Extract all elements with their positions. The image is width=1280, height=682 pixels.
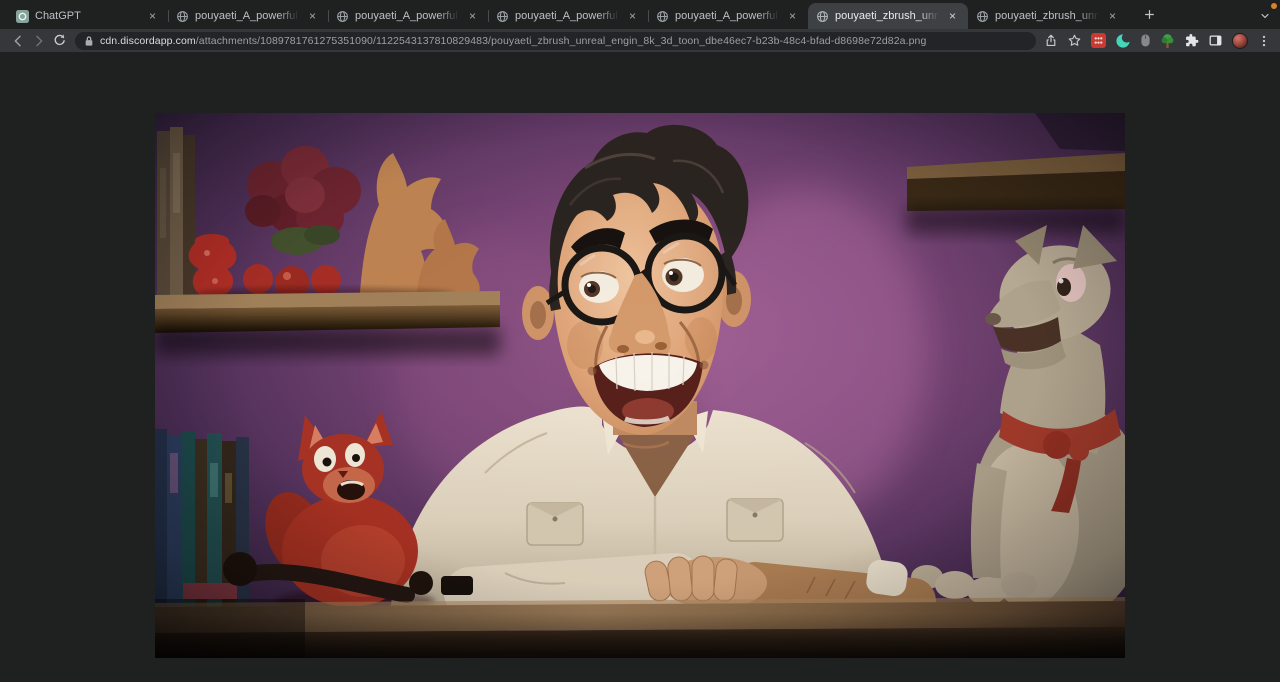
address-bar[interactable]: cdn.discordapp.com/attachments/108978176… bbox=[75, 32, 1036, 50]
tab-close-icon[interactable]: × bbox=[145, 9, 160, 24]
tab-title: pouyaeti_A_powerful_modern bbox=[675, 10, 779, 22]
reload-icon[interactable] bbox=[49, 30, 70, 51]
tab-powerful-modern-2[interactable]: pouyaeti_A_powerful_modern × bbox=[328, 3, 488, 29]
update-notification-dot bbox=[1271, 3, 1277, 9]
tab-strip: ChatGPT × pouyaeti_A_powerful_modern × p… bbox=[0, 0, 1280, 29]
tree-extension-icon[interactable] bbox=[1160, 33, 1175, 49]
globe-icon bbox=[816, 10, 829, 23]
url-path: /attachments/1089781761275351090/1122543… bbox=[196, 35, 927, 47]
tab-zbrush-unreal-active[interactable]: pouyaeti_zbrush_unreal_engin × bbox=[808, 3, 968, 29]
new-tab-button[interactable] bbox=[1136, 2, 1162, 28]
artwork-scene bbox=[155, 113, 1125, 658]
url-text: cdn.discordapp.com/attachments/108978176… bbox=[100, 35, 926, 47]
mouse-extension-icon[interactable] bbox=[1140, 33, 1151, 48]
forward-icon[interactable] bbox=[28, 30, 49, 51]
tab-close-icon[interactable]: × bbox=[465, 9, 480, 24]
tab-title: ChatGPT bbox=[35, 10, 139, 22]
browser-window: ChatGPT × pouyaeti_A_powerful_modern × p… bbox=[0, 0, 1280, 682]
side-panel-icon[interactable] bbox=[1208, 33, 1223, 48]
tab-powerful-modern-4[interactable]: pouyaeti_A_powerful_modern × bbox=[648, 3, 808, 29]
tab-title: pouyaeti_A_powerful_modern bbox=[515, 10, 619, 22]
tab-close-icon[interactable]: × bbox=[305, 9, 320, 24]
tab-title: pouyaeti_A_powerful_modern bbox=[355, 10, 459, 22]
share-icon[interactable] bbox=[1044, 33, 1058, 48]
tab-title: pouyaeti_zbrush_unreal_engin bbox=[835, 10, 939, 22]
tab-close-icon[interactable]: × bbox=[785, 9, 800, 24]
attachment-image[interactable] bbox=[155, 113, 1125, 658]
url-domain: cdn.discordapp.com bbox=[100, 35, 196, 47]
tab-title: pouyaeti_A_powerful_modern bbox=[195, 10, 299, 22]
tab-title: pouyaeti_zbrush_unreal_engin bbox=[995, 10, 1099, 22]
globe-icon bbox=[656, 10, 669, 23]
crescent-moon-extension-icon[interactable] bbox=[1115, 33, 1131, 49]
tab-close-icon[interactable]: × bbox=[945, 9, 960, 24]
globe-icon bbox=[496, 10, 509, 23]
extensions-puzzle-icon[interactable] bbox=[1184, 33, 1199, 48]
menu-kebab-icon[interactable] bbox=[1257, 34, 1271, 48]
tab-zbrush-unreal-2[interactable]: pouyaeti_zbrush_unreal_engin × bbox=[968, 3, 1128, 29]
tab-close-icon[interactable]: × bbox=[1105, 9, 1120, 24]
toolbar: cdn.discordapp.com/attachments/108978176… bbox=[0, 29, 1280, 52]
bookmark-star-icon[interactable] bbox=[1067, 33, 1082, 48]
red-grid-extension-icon[interactable] bbox=[1091, 33, 1106, 48]
lock-icon[interactable] bbox=[84, 35, 94, 47]
tab-close-icon[interactable]: × bbox=[625, 9, 640, 24]
globe-icon bbox=[976, 10, 989, 23]
globe-icon bbox=[176, 10, 189, 23]
tab-search-chevron-icon[interactable] bbox=[1259, 9, 1271, 27]
chatgpt-icon bbox=[16, 10, 29, 23]
globe-icon bbox=[336, 10, 349, 23]
back-icon[interactable] bbox=[7, 30, 28, 51]
page-content bbox=[0, 52, 1280, 682]
tab-chatgpt[interactable]: ChatGPT × bbox=[8, 3, 168, 29]
profile-avatar[interactable] bbox=[1232, 33, 1248, 49]
toolbar-right-icons bbox=[1044, 33, 1273, 49]
tab-powerful-modern-3[interactable]: pouyaeti_A_powerful_modern × bbox=[488, 3, 648, 29]
tab-powerful-modern-1[interactable]: pouyaeti_A_powerful_modern × bbox=[168, 3, 328, 29]
